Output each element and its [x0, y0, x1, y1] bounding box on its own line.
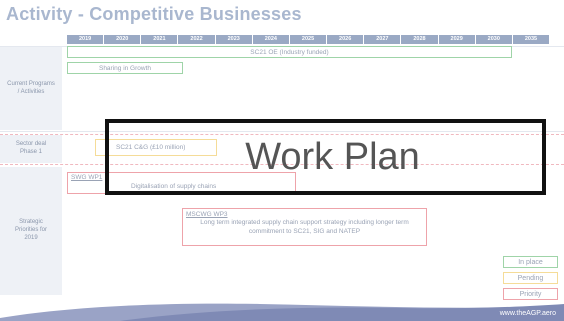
legend-pending-label: Pending	[517, 274, 544, 282]
footer-url: www.theAGP.aero	[499, 310, 556, 317]
footer-wave	[0, 303, 564, 321]
row-label-strategic: Strategic Priorities for 2019	[0, 167, 62, 295]
bar-sc21-oe-label: SC21 OE (Industry funded)	[250, 48, 329, 56]
legend-pending: Pending	[503, 272, 558, 284]
year-2026: 2026	[327, 35, 365, 44]
page-title: Activity - Competitive Businesses	[6, 4, 302, 24]
year-2030: 2030	[475, 35, 513, 44]
year-2020: 2020	[104, 35, 142, 44]
legend-in-place: In place	[503, 256, 558, 268]
bar-swg-wp1-label: SWG WP1	[71, 174, 103, 181]
work-plan-text: Work Plan	[245, 135, 420, 178]
row-label-current-text: Current Programs / Activities	[7, 80, 55, 95]
bar-mscwg-wp3: MSCWG WP3 Long term integrated supply ch…	[182, 208, 427, 246]
year-2024: 2024	[252, 35, 290, 44]
bar-sharing-in-growth: Sharing in Growth	[67, 62, 183, 74]
year-2028: 2028	[401, 35, 439, 44]
row-label-sector: Sector deal Phase 1	[0, 135, 62, 163]
timeline-years: 2019 2020 2021 2022 2023 2024 2025 2026 2027 2028…	[67, 35, 551, 44]
year-2027: 2027	[364, 35, 402, 44]
bar-sc21-oe: SC21 OE (Industry funded)	[67, 46, 512, 58]
bar-mscwg-title: MSCWG WP3	[186, 211, 228, 218]
row-label-strategic-text: Strategic Priorities for 2019	[14, 219, 47, 241]
year-2029: 2029	[438, 35, 476, 44]
year-2019: 2019	[67, 35, 105, 44]
year-2025: 2025	[289, 35, 328, 44]
legend-in-place-label: In place	[518, 258, 543, 266]
year-2035: 2035	[512, 35, 551, 44]
bar-mscwg-body: Long term integrated supply chain suppor…	[200, 219, 409, 235]
year-2022: 2022	[178, 35, 216, 44]
work-plan-overlay: Work Plan	[105, 119, 546, 195]
year-2021: 2021	[141, 35, 179, 44]
year-2023: 2023	[215, 35, 253, 44]
row-label-sector-text: Sector deal Phase 1	[15, 141, 47, 155]
row-label-current: Current Programs / Activities	[0, 47, 62, 130]
bar-sharing-label: Sharing in Growth	[98, 64, 152, 72]
